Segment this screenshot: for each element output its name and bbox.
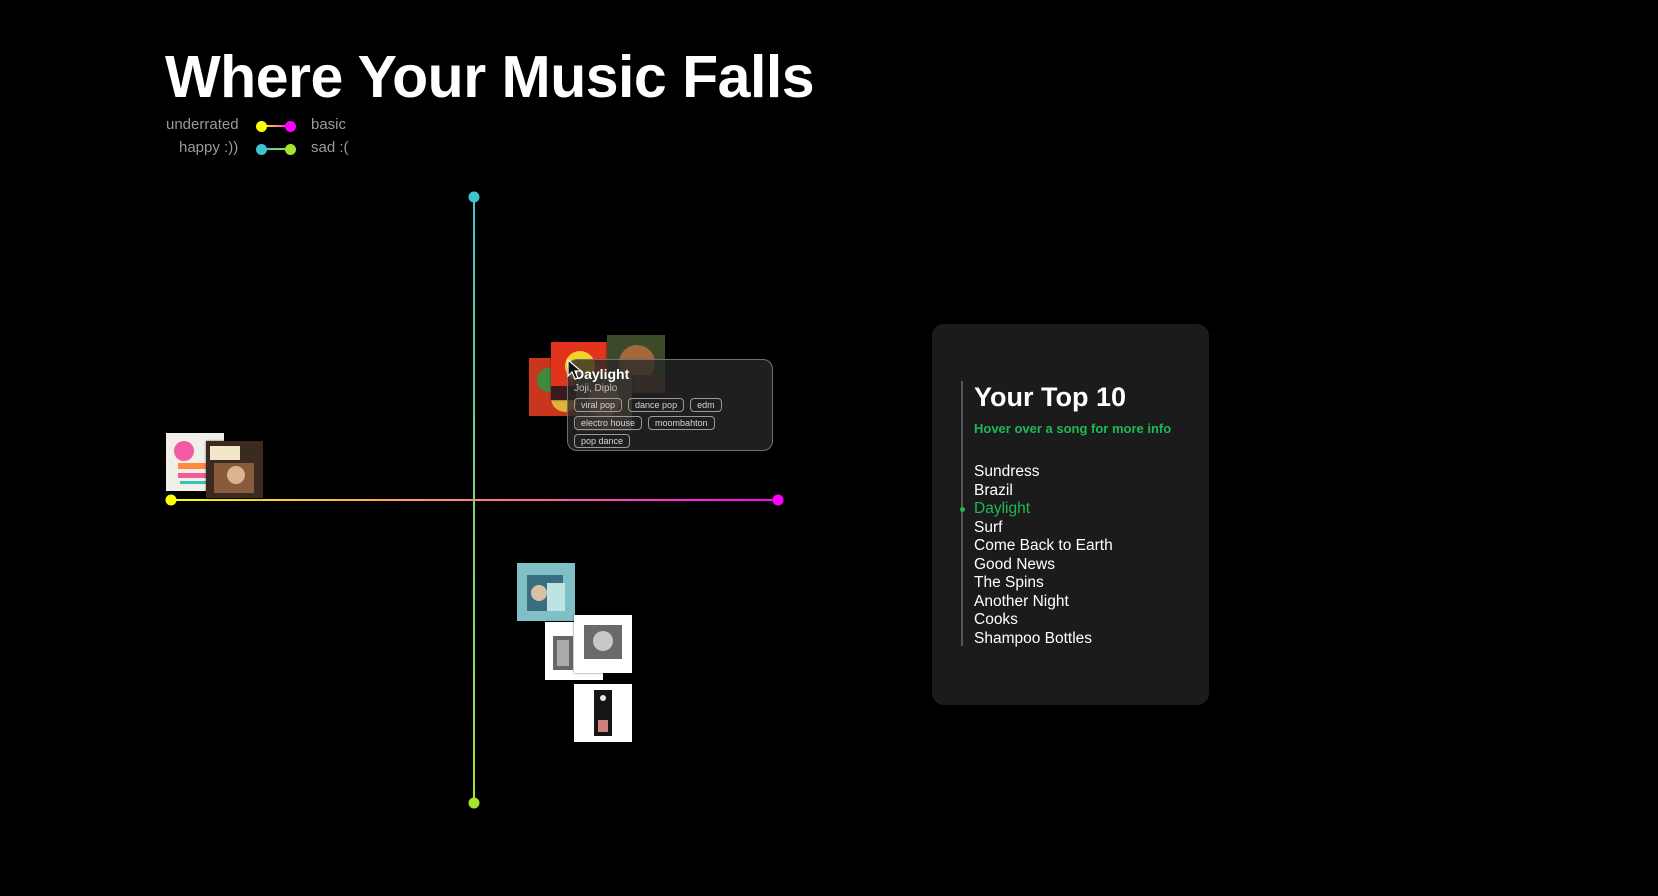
song-item[interactable]: Surf (974, 519, 1113, 538)
genre-tag: electro house (574, 416, 643, 430)
genre-tag: edm (690, 398, 722, 412)
album-art-tile[interactable] (574, 684, 632, 742)
song-item-active[interactable]: Daylight (960, 500, 1113, 519)
y-axis-line (473, 197, 475, 803)
y-axis-start-dot (468, 191, 480, 203)
album-art-tile[interactable] (574, 615, 632, 673)
song-item[interactable]: Good News (974, 556, 1113, 575)
genre-tag: pop dance (574, 434, 631, 448)
mouse-cursor-icon (567, 359, 583, 380)
song-item[interactable]: Another Night (974, 593, 1113, 612)
song-item[interactable]: Cooks (974, 611, 1113, 630)
song-item[interactable]: Come Back to Earth (974, 537, 1113, 556)
tooltip-genre-tags: viral pop dance pop edm electro house mo… (574, 398, 754, 448)
x-axis-start-dot (165, 494, 177, 506)
song-item[interactable]: Shampoo Bottles (974, 630, 1113, 649)
song-item[interactable]: The Spins (974, 574, 1113, 593)
genre-tag: dance pop (628, 398, 685, 412)
genre-tag: moombahton (648, 416, 715, 430)
panel-hint: Hover over a song for more info (974, 421, 1172, 436)
top-songs-panel: Your Top 10 Hover over a song for more i… (932, 324, 1209, 705)
y-axis-end-dot (468, 797, 480, 809)
song-tooltip: Daylight Joji, Diplo viral pop dance pop… (567, 359, 773, 451)
genre-tag: viral pop (574, 398, 623, 412)
song-list: Sundress Brazil Daylight Surf Come Back … (960, 463, 1113, 649)
album-art-tile[interactable] (517, 563, 575, 621)
panel-accent-bar (961, 381, 963, 646)
tooltip-artist: Joji, Diplo (574, 383, 618, 394)
album-art-tile[interactable] (206, 441, 263, 498)
x-axis-end-dot (772, 494, 784, 506)
panel-heading: Your Top 10 (974, 382, 1127, 412)
tooltip-song-title: Daylight (574, 366, 630, 382)
song-item[interactable]: Sundress (974, 463, 1113, 482)
song-item[interactable]: Brazil (974, 482, 1113, 501)
